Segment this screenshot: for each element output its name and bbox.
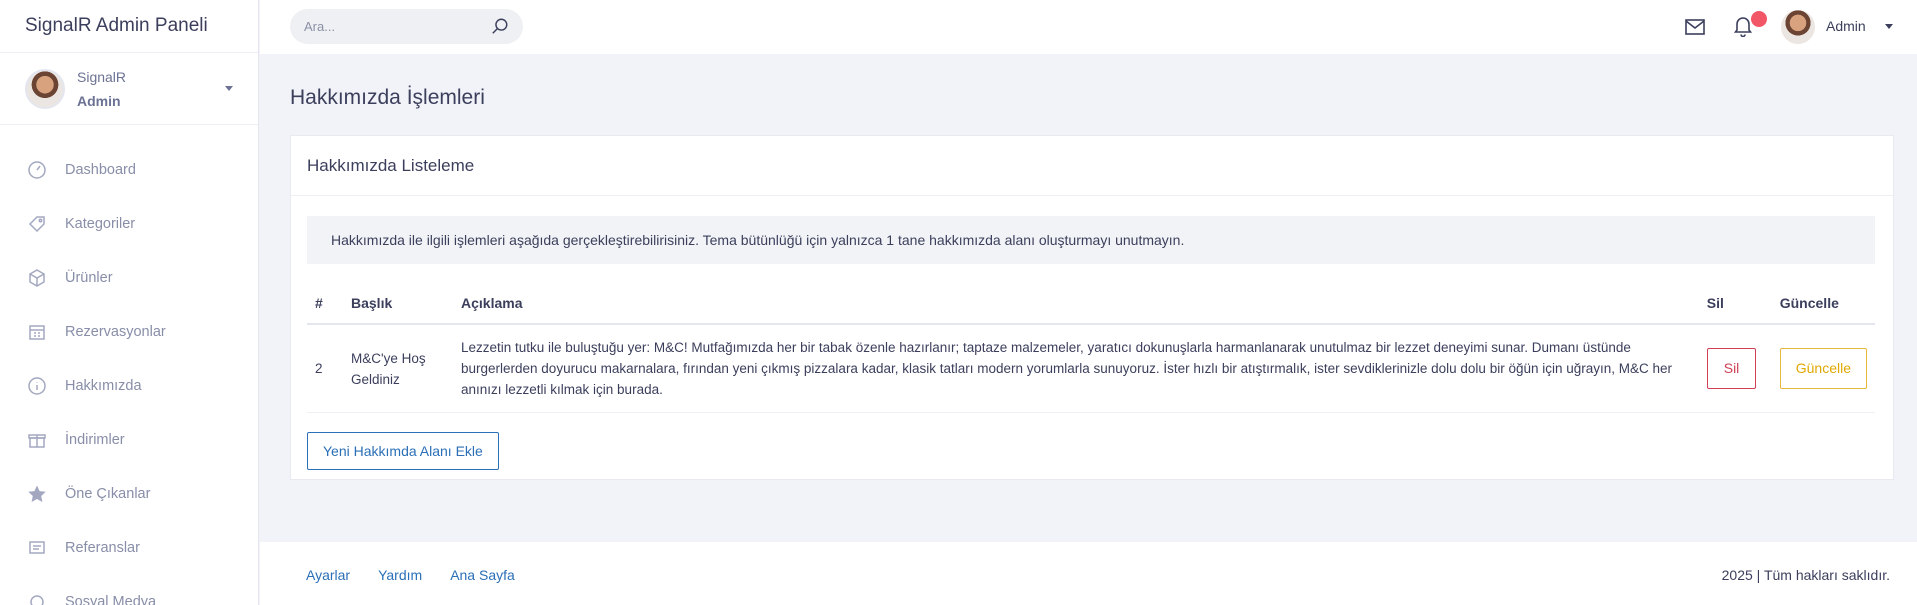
about-list-card: Hakkımızda Listeleme Hakkımızda ile ilgi… xyxy=(290,135,1894,480)
add-about-button[interactable]: Yeni Hakkımda Alanı Ekle xyxy=(307,432,499,470)
sidebar: SignalR Admin Paneli SignalR Admin Dashb… xyxy=(0,0,259,605)
sidebar-item-label: Referanslar xyxy=(65,540,140,556)
table-header-row: # Başlık Açıklama Sil Güncelle xyxy=(307,282,1875,325)
column-header-number: # xyxy=(307,282,343,325)
search-box xyxy=(290,9,523,44)
row-delete-cell: Sil xyxy=(1698,324,1772,413)
column-header-title: Başlık xyxy=(343,282,453,325)
sidebar-item-referanslar[interactable]: Referanslar xyxy=(0,521,258,575)
copyright-text: 2025 | Tüm hakları saklıdır. xyxy=(1721,567,1890,583)
notification-badge xyxy=(1751,11,1767,27)
tag-icon xyxy=(28,216,45,233)
box-icon xyxy=(29,269,45,287)
sidebar-item-dashboard[interactable]: Dashboard xyxy=(0,143,258,197)
row-title: M&C'ye Hoş Geldiniz xyxy=(343,324,453,413)
card-title: Hakkımızda Listeleme xyxy=(291,136,1893,196)
gauge-icon xyxy=(28,161,46,179)
sidebar-user-profile[interactable]: SignalR Admin xyxy=(0,53,258,125)
page-title: Hakkımızda İşlemleri xyxy=(290,86,485,109)
brand-title[interactable]: SignalR Admin Paneli xyxy=(0,0,258,53)
sidebar-item-kategoriler[interactable]: Kategoriler xyxy=(0,197,258,251)
sidebar-item-indirimler[interactable]: İndirimler xyxy=(0,413,258,467)
sidebar-item-one-cikanlar[interactable]: Öne Çıkanlar xyxy=(0,467,258,521)
topbar: Admin xyxy=(260,0,1917,54)
sidebar-item-label: Hakkımızda xyxy=(65,378,142,394)
calendar-icon xyxy=(29,325,45,340)
sidebar-item-hakkimizda[interactable]: Hakkımızda xyxy=(0,359,258,413)
star-icon xyxy=(28,485,46,502)
search-input[interactable] xyxy=(304,19,474,34)
sidebar-user-role: Admin xyxy=(77,92,121,109)
sidebar-item-label: Kategoriler xyxy=(65,216,136,232)
search-icon[interactable] xyxy=(491,17,509,35)
row-id: 2 xyxy=(307,324,343,413)
mail-icon[interactable] xyxy=(1685,18,1705,36)
sidebar-item-sosyal-medya[interactable]: Sosyal Medya xyxy=(0,575,258,605)
about-table: # Başlık Açıklama Sil Güncelle 2 M&C'ye … xyxy=(307,282,1875,413)
sidebar-user-name: SignalR xyxy=(77,68,127,85)
footer-link-settings[interactable]: Ayarlar xyxy=(306,567,350,583)
avatar[interactable] xyxy=(1781,10,1815,44)
bell-icon[interactable] xyxy=(1734,15,1752,37)
sidebar-item-label: İndirimler xyxy=(65,432,125,448)
footer-link-help[interactable]: Yardım xyxy=(378,567,422,583)
caret-down-icon[interactable] xyxy=(225,86,233,91)
caret-down-icon[interactable] xyxy=(1885,24,1893,29)
delete-button[interactable]: Sil xyxy=(1706,348,1757,389)
sidebar-item-urunler[interactable]: Ürünler xyxy=(0,251,258,305)
column-header-description: Açıklama xyxy=(453,282,1699,325)
gift-icon xyxy=(28,434,46,448)
avatar xyxy=(25,68,65,109)
topbar-user-name[interactable]: Admin xyxy=(1826,18,1866,34)
sidebar-item-rezervasyonlar[interactable]: Rezervasyonlar xyxy=(0,305,258,359)
footer: Ayarlar Yardım Ana Sayfa 2025 | Tüm hakl… xyxy=(260,542,1917,605)
footer-links: Ayarlar Yardım Ana Sayfa xyxy=(306,567,515,583)
info-alert: Hakkımızda ile ilgili işlemleri aşağıda … xyxy=(307,216,1875,264)
info-icon xyxy=(28,377,46,395)
sidebar-item-label: Rezervasyonlar xyxy=(65,324,166,340)
sidebar-menu: Dashboard Kategoriler Ürünler Rezervasyo… xyxy=(0,125,258,605)
column-header-delete: Sil xyxy=(1698,282,1772,325)
message-icon xyxy=(29,541,45,554)
row-update-cell: Güncelle xyxy=(1771,324,1875,413)
sidebar-item-label: Sosyal Medya xyxy=(65,594,157,605)
row-description: Lezzetin tutku ile buluştuğu yer: M&C! M… xyxy=(453,324,1699,413)
share-icon xyxy=(30,595,44,605)
column-header-update: Güncelle xyxy=(1771,282,1875,325)
table-row: 2 M&C'ye Hoş Geldiniz Lezzetin tutku ile… xyxy=(307,324,1875,413)
sidebar-item-label: Öne Çıkanlar xyxy=(65,486,151,502)
update-button[interactable]: Güncelle xyxy=(1779,348,1867,389)
footer-link-home[interactable]: Ana Sayfa xyxy=(450,567,515,583)
sidebar-item-label: Dashboard xyxy=(65,162,136,178)
sidebar-item-label: Ürünler xyxy=(65,270,113,286)
